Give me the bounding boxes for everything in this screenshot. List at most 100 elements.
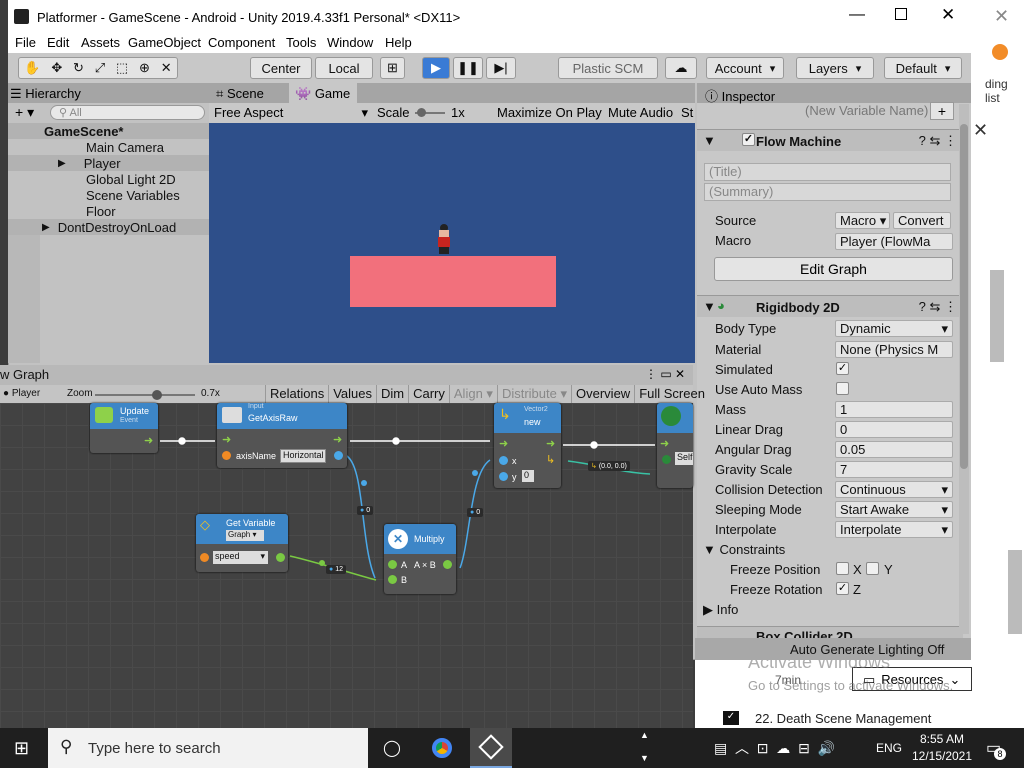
angular-drag-input[interactable]: 0.05	[835, 441, 953, 458]
values-button[interactable]: Values	[328, 385, 376, 403]
flow-in-port-icon[interactable]: ➜	[499, 437, 508, 450]
aspect-dropdown[interactable]: Free Aspect ▾	[214, 105, 368, 120]
mass-input[interactable]: 1	[835, 401, 953, 418]
menu-edit[interactable]: Edit	[47, 35, 69, 50]
tray-icons[interactable]: ▤ ︿ ⊡ ☁ ⊟ 🔊	[714, 738, 835, 758]
flow-in-port-icon[interactable]: ➜	[660, 437, 669, 450]
linear-drag-input[interactable]: 0	[835, 421, 953, 438]
align-button[interactable]: Align ▾	[448, 385, 497, 403]
sleeping-mode-dropdown[interactable]: Start Awake ▾	[835, 501, 953, 518]
self-input[interactable]: Self	[675, 452, 693, 465]
flow-out-port-icon[interactable]: ➜	[144, 434, 153, 447]
scroll-down-icon[interactable]: ▼	[640, 753, 649, 763]
distribute-button[interactable]: Distribute ▾	[496, 385, 571, 403]
graph-window-controls[interactable]: ⋮ ▭ ✕	[645, 367, 685, 381]
scale-slider[interactable]	[415, 108, 445, 117]
menu-help[interactable]: Help	[385, 35, 412, 50]
y-input[interactable]: 0	[522, 470, 534, 482]
menu-gameobject[interactable]: GameObject	[128, 35, 201, 50]
hierarchy-row-gamescene[interactable]: GameScene*	[8, 123, 209, 139]
variable-name-dropdown[interactable]: speed ▾	[213, 551, 268, 564]
custom-tool-icon[interactable]: ✕	[161, 60, 172, 76]
edit-graph-button[interactable]: Edit Graph	[714, 257, 953, 281]
close-icon[interactable]: ✕	[994, 6, 1009, 27]
clock-time[interactable]: 8:55 AM	[915, 732, 969, 746]
language-indicator[interactable]: ENG	[876, 741, 902, 755]
menu-assets[interactable]: Assets	[81, 35, 120, 50]
freeze-rotation-z-checkbox[interactable]: ✓	[836, 582, 849, 595]
stats-toggle[interactable]: St	[681, 105, 693, 120]
collapse-arrow-icon[interactable]: ▼	[703, 299, 716, 314]
chrome-icon[interactable]	[432, 738, 452, 758]
y-port-icon[interactable]	[499, 472, 508, 481]
flow-out-port-icon[interactable]: ➜	[546, 437, 555, 450]
summary-input[interactable]: (Summary)	[704, 183, 951, 201]
new-variable-name-input[interactable]: (New Variable Name)	[805, 103, 928, 118]
layout-dropdown[interactable]: Default	[884, 57, 962, 79]
tab-inspector[interactable]: ⓘ Inspector	[705, 86, 775, 105]
transform-tools[interactable]: ✋ ✥ ↻ ⤢ ⬚ ⊕ ✕	[18, 57, 178, 79]
hierarchy-row-player[interactable]: ▶ Player	[8, 155, 209, 171]
scrollbar-thumb[interactable]	[990, 270, 1004, 362]
flow-machine-header[interactable]: ▼ ✓ Flow Machine ? ⇆ ⋮	[697, 129, 963, 151]
pause-button[interactable]: ❚❚	[453, 57, 483, 79]
menu-component[interactable]: Component	[208, 35, 275, 50]
hierarchy-row-dontdestroyonload[interactable]: ▶ DontDestroyOnLoad	[8, 219, 209, 235]
task-view-icon[interactable]: ◯	[383, 738, 401, 758]
rotate-tool-icon[interactable]: ↻	[73, 60, 84, 76]
freeze-position-x-checkbox[interactable]	[836, 562, 849, 575]
carry-button[interactable]: Carry	[408, 385, 449, 403]
constraints-foldout[interactable]: ▼ Constraints	[703, 542, 785, 557]
flow-in-port-icon[interactable]: ➜	[222, 433, 231, 446]
component-menu-icon[interactable]: ? ⇆ ⋮	[919, 299, 957, 315]
hierarchy-row-global-light[interactable]: Global Light 2D	[8, 171, 209, 187]
component-menu-icon[interactable]: ? ⇆ ⋮	[919, 133, 957, 149]
rigidbody2d-header[interactable]: ▼ ◕ Rigidbody 2D ? ⇆ ⋮	[697, 295, 963, 317]
transform-tool-icon[interactable]: ⊕	[139, 60, 150, 76]
material-field[interactable]: None (Physics M	[835, 341, 953, 358]
layers-dropdown[interactable]: Layers	[796, 57, 874, 79]
use-auto-mass-checkbox[interactable]	[836, 382, 849, 395]
tab-hierarchy[interactable]: ☰ Hierarchy	[10, 86, 81, 102]
simulated-checkbox[interactable]: ✓	[836, 362, 849, 375]
target-port-icon[interactable]	[662, 455, 671, 464]
rect-tool-icon[interactable]: ⬚	[116, 60, 128, 76]
scroll-up-icon[interactable]: ▲	[640, 730, 649, 740]
a-port-icon[interactable]	[388, 560, 397, 569]
box-collider-header[interactable]: Box Collider 2D	[697, 626, 963, 638]
relations-button[interactable]: Relations	[265, 385, 328, 403]
unity-taskbar-button[interactable]	[470, 728, 512, 768]
hierarchy-row-scene-variables[interactable]: Scene Variables	[8, 187, 209, 203]
grid-snap-button[interactable]: ⊞	[380, 57, 405, 79]
scale-tool-icon[interactable]: ⤢	[95, 60, 105, 76]
hierarchy-row-main-camera[interactable]: Main Camera	[8, 139, 209, 155]
title-input[interactable]: (Title)	[704, 163, 951, 181]
source-dropdown[interactable]: Macro ▾	[835, 212, 890, 229]
expand-arrow-icon[interactable]: ▶	[42, 222, 50, 233]
pivot-local-button[interactable]: Local	[315, 57, 373, 79]
page-scrollbar-thumb[interactable]	[1008, 550, 1022, 634]
menu-window[interactable]: Window	[327, 35, 373, 50]
mute-audio-toggle[interactable]: Mute Audio	[608, 105, 673, 120]
plastic-scm-button[interactable]: Plastic SCM	[558, 57, 658, 79]
value-out-port-icon[interactable]	[276, 553, 285, 562]
body-type-dropdown[interactable]: Dynamic ▾	[835, 320, 953, 337]
maximize-button[interactable]	[895, 8, 907, 20]
name-port-icon[interactable]	[200, 553, 209, 562]
pivot-center-button[interactable]: Center	[250, 57, 312, 79]
minimize-button[interactable]: —	[849, 6, 865, 24]
overview-button[interactable]: Overview	[571, 385, 634, 403]
move-tool-icon[interactable]: ✥	[51, 60, 62, 76]
menu-file[interactable]: File	[15, 35, 36, 50]
cloud-icon[interactable]: ☁	[665, 57, 697, 79]
gravity-scale-input[interactable]: 7	[835, 461, 953, 478]
hand-tool-icon[interactable]: ✋	[24, 60, 40, 76]
tab-scene[interactable]: ⌗ Scene	[216, 86, 264, 102]
macro-object-field[interactable]: Player (FlowMa	[835, 233, 953, 250]
interpolate-dropdown[interactable]: Interpolate ▾	[835, 521, 953, 538]
axisname-input[interactable]: Horizontal	[280, 449, 326, 463]
add-variable-button[interactable]: +	[930, 102, 954, 120]
menu-tools[interactable]: Tools	[286, 35, 316, 50]
x-port-icon[interactable]	[499, 456, 508, 465]
full-screen-button[interactable]: Full Screen	[634, 385, 709, 403]
